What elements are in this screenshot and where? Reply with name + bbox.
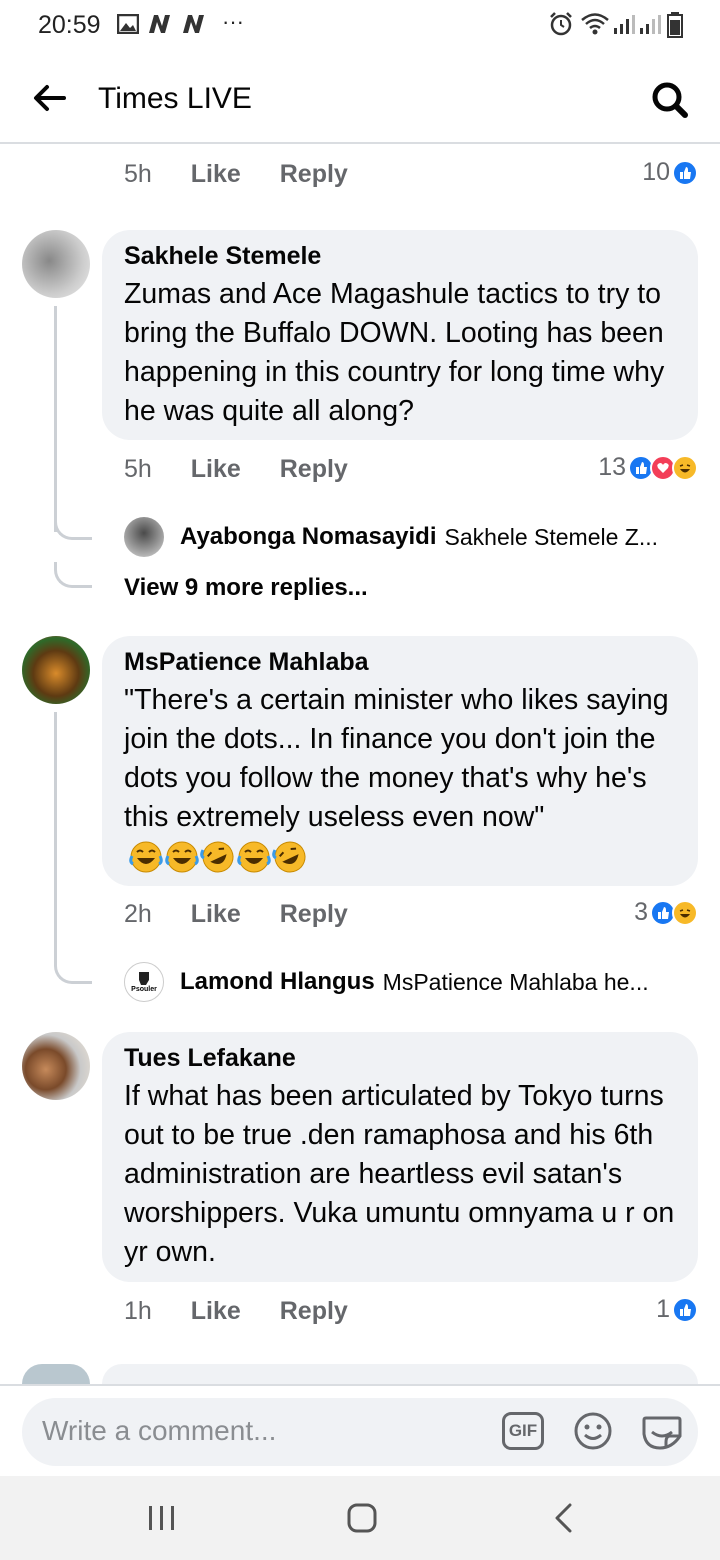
comment-author[interactable]: Sakhele Stemele: [124, 242, 678, 271]
reply-connector: [54, 514, 92, 540]
rofl-emoji-icon: [272, 841, 306, 873]
reaction-summary[interactable]: 3: [634, 898, 698, 927]
thread-line: [54, 306, 57, 532]
reply-preview[interactable]: Psouler Lamond Hlangus MsPatience Mahlab…: [124, 962, 649, 1002]
comment-meta-row: 5h Like Reply: [124, 455, 348, 484]
reply-connector: [54, 562, 92, 588]
sticker-icon[interactable]: [640, 1410, 684, 1452]
reaction-count: 13: [598, 453, 626, 481]
search-icon[interactable]: [650, 80, 690, 120]
avatar[interactable]: [22, 636, 90, 704]
recent-apps-icon[interactable]: [147, 1504, 177, 1532]
system-nav-bar: [0, 1476, 720, 1560]
comment-time: 5h: [124, 455, 152, 483]
tears-of-joy-emoji-icon: [129, 841, 163, 873]
avatar[interactable]: [22, 230, 90, 298]
n-notification-icon-2: [183, 15, 204, 33]
tears-of-joy-emoji-icon: [165, 841, 199, 873]
comment-time: 1h: [124, 1297, 152, 1325]
reaction-count: 1: [656, 1295, 670, 1323]
tears-of-joy-emoji-icon: [237, 841, 271, 873]
comment-text: Zumas and Ace Magashule tactics to try t…: [124, 278, 665, 427]
reply-button[interactable]: Reply: [280, 900, 348, 928]
arrow-left-icon[interactable]: [32, 84, 66, 112]
comment-text: "There's a certain minister who likes sa…: [124, 681, 678, 876]
comment-composer: Write a comment... GIF: [0, 1384, 720, 1476]
gif-label: GIF: [508, 1421, 538, 1440]
back-nav-icon[interactable]: [552, 1502, 576, 1534]
status-time: 20:59: [38, 11, 101, 39]
n-notification-icon: [149, 15, 170, 33]
reply-button[interactable]: Reply: [280, 1297, 348, 1325]
emoji-row: [128, 840, 308, 874]
comment-text-content: "There's a certain minister who likes sa…: [124, 684, 669, 833]
alarm-icon: [550, 12, 572, 36]
reaction-count: 10: [642, 158, 670, 186]
signal-icon-2: [640, 15, 661, 34]
app-header: Times LIVE: [0, 52, 720, 144]
emoji-icon[interactable]: [572, 1410, 614, 1452]
comment-meta-row: 1h Like Reply: [124, 1297, 348, 1326]
like-button[interactable]: Like: [191, 455, 241, 483]
like-reaction-icon: [672, 159, 698, 186]
haha-reaction-icon: [672, 454, 698, 481]
rofl-emoji-icon: [200, 841, 234, 873]
gallery-notification-icon: [117, 14, 139, 34]
comment-bubble[interactable]: [102, 1364, 698, 1384]
avatar-logo-text: Psouler: [131, 986, 157, 993]
reaction-count: 3: [634, 898, 648, 926]
like-button[interactable]: Like: [191, 900, 241, 928]
reaction-summary[interactable]: 13: [598, 453, 698, 482]
avatar[interactable]: Psouler: [124, 962, 164, 1002]
fist-icon: [139, 972, 149, 985]
comment-input[interactable]: Write a comment... GIF: [22, 1398, 698, 1466]
haha-reaction-icon: [672, 899, 698, 926]
reply-author[interactable]: Lamond Hlangus: [180, 968, 375, 996]
signal-icon-1: [614, 15, 635, 34]
comment-text: If what has been articulated by Tokyo tu…: [124, 1080, 675, 1268]
like-reaction-icon: [672, 1296, 698, 1323]
view-more-replies-link[interactable]: View 9 more replies...: [124, 574, 368, 602]
comment-meta-row: 2h Like Reply: [124, 900, 348, 929]
comment-bubble[interactable]: Tues Lefakane If what has been articulat…: [102, 1032, 698, 1282]
reaction-summary[interactable]: 1: [656, 1295, 698, 1324]
gif-icon[interactable]: GIF: [502, 1412, 544, 1450]
page-title: Times LIVE: [98, 82, 252, 115]
reply-connector: [54, 958, 92, 984]
comment-author[interactable]: MsPatience Mahlaba: [124, 648, 678, 677]
reaction-summary[interactable]: 10: [642, 158, 698, 187]
thread-line: [54, 712, 57, 964]
reply-preview[interactable]: Ayabonga Nomasayidi Sakhele Stemele Z...: [124, 517, 658, 557]
comment-author[interactable]: Tues Lefakane: [124, 1044, 678, 1073]
comment-bubble[interactable]: MsPatience Mahlaba "There's a certain mi…: [102, 636, 698, 886]
battery-icon: [667, 12, 683, 38]
reply-button[interactable]: Reply: [280, 160, 348, 188]
reply-text: Sakhele Stemele Z...: [444, 523, 659, 550]
comment-bubble[interactable]: Sakhele Stemele Zumas and Ace Magashule …: [102, 230, 698, 440]
comment-time: 5h: [124, 160, 152, 188]
more-notifications-icon: ···: [222, 9, 244, 34]
comment-time: 2h: [124, 900, 152, 928]
wifi-icon: [581, 13, 609, 35]
comment-meta-row: 5h Like Reply: [124, 160, 348, 189]
reply-author[interactable]: Ayabonga Nomasayidi: [180, 523, 437, 551]
reply-button[interactable]: Reply: [280, 455, 348, 483]
status-bar: 20:59 ···: [0, 0, 720, 52]
comment-input-placeholder: Write a comment...: [42, 1415, 277, 1446]
avatar[interactable]: [22, 1032, 90, 1100]
avatar[interactable]: [124, 517, 164, 557]
avatar[interactable]: [22, 1364, 90, 1384]
like-button[interactable]: Like: [191, 160, 241, 188]
reply-text: MsPatience Mahlaba he...: [382, 968, 649, 995]
home-icon[interactable]: [346, 1502, 378, 1534]
like-button[interactable]: Like: [191, 1297, 241, 1325]
